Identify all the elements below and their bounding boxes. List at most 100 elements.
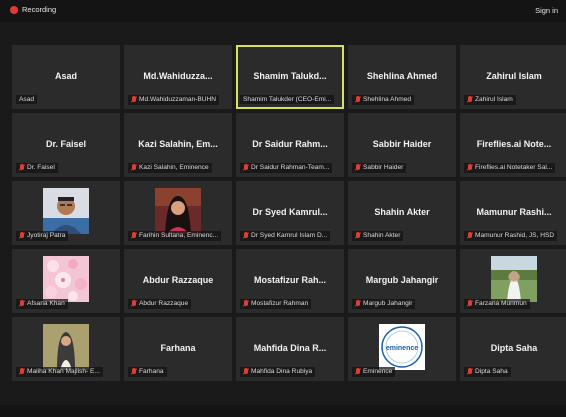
- participant-name-label: Fireflies.ai Notetaker Sal...: [464, 162, 556, 173]
- participant-tile[interactable]: Dipta Saha Dipta Saha: [460, 317, 566, 381]
- participant-tile[interactable]: eminence Eminence: [348, 317, 456, 381]
- participant-tile[interactable]: Dr Syed Kamrul... Dr Syed Kamrul Islam D.…: [236, 181, 344, 245]
- participant-footer: Afsana Khan: [16, 298, 116, 309]
- participant-label-text: Zahirul Islam: [475, 96, 513, 103]
- participant-label-text: Dipta Saha: [475, 368, 508, 375]
- participant-gallery: Asad Asad Md.Wahiduzza... Md.Wahiduzzaman-B…: [12, 45, 566, 381]
- participant-tile[interactable]: Mamunur Rashi... Mamunur Rashid, JS, HSD: [460, 181, 566, 245]
- participant-tile[interactable]: Farhana Farhana: [124, 317, 232, 381]
- participant-label-text: Mostafizur Rahman: [251, 300, 309, 307]
- participant-footer: Dr Syed Kamrul Islam D...: [240, 230, 340, 241]
- participant-tile[interactable]: Farzana Munmun: [460, 249, 566, 313]
- participant-name-label: Mostafizur Rahman: [240, 298, 312, 309]
- participant-tile[interactable]: Zahirul Islam Zahirul Islam: [460, 45, 566, 109]
- participant-footer: Margub Jahangir: [352, 298, 452, 309]
- participant-label-text: Maliha Khan Majlish- E...: [27, 368, 100, 375]
- participant-tile[interactable]: Margub Jahangir Margub Jahangir: [348, 249, 456, 313]
- participant-name-label: Shahin Akter: [352, 230, 404, 241]
- muted-mic-icon: [131, 299, 137, 308]
- participant-label-text: Dr Syed Kamrul Islam D...: [251, 232, 328, 239]
- participant-tile[interactable]: Shahin Akter Shahin Akter: [348, 181, 456, 245]
- participant-display-name: Fireflies.ai Note...: [476, 139, 552, 149]
- participant-display-name: Mahfida Dina R...: [253, 343, 327, 353]
- participant-footer: Kazi Salahin, Eminence: [128, 162, 228, 173]
- participant-tile[interactable]: Sabbir Haider Sabbir Haider: [348, 113, 456, 177]
- participant-footer: Farihin Sultana, Eminenc...: [128, 230, 228, 241]
- participant-tile[interactable]: Asad Asad: [12, 45, 120, 109]
- participant-name-label: Md.Wahiduzzaman-BUHN: [128, 94, 220, 105]
- participant-footer: Sabbir Haider: [352, 162, 452, 173]
- participant-tile[interactable]: Dr. Faisel Dr. Faisel: [12, 113, 120, 177]
- participant-tile[interactable]: Farihin Sultana, Eminenc...: [124, 181, 232, 245]
- sign-in-button[interactable]: Sign in: [535, 6, 558, 15]
- muted-mic-icon: [131, 367, 137, 376]
- participant-display-name: Mamunur Rashi...: [476, 207, 552, 217]
- muted-mic-icon: [19, 163, 25, 172]
- participant-display-name: Shahin Akter: [374, 207, 430, 217]
- participant-display-name: Farhana: [160, 343, 196, 353]
- participant-display-name: Dr. Faisel: [45, 139, 87, 149]
- participant-label-text: Shehlina Ahmed: [363, 96, 412, 103]
- participant-footer: Zahirul Islam: [464, 94, 564, 105]
- muted-mic-icon: [355, 299, 361, 308]
- participant-photo: [43, 256, 89, 302]
- participant-label-text: Margub Jahangir: [363, 300, 413, 307]
- participant-name-label: Jyotiraj Patra: [16, 230, 69, 241]
- participant-footer: Dr. Faisel: [16, 162, 116, 173]
- muted-mic-icon: [467, 95, 473, 104]
- participant-footer: Shamim Talukder (CEO-Emi...: [240, 94, 340, 105]
- participant-label-text: Farhana: [139, 368, 164, 375]
- muted-mic-icon: [243, 299, 249, 308]
- participant-tile[interactable]: Shamim Talukd... Shamim Talukder (CEO-Emi…: [236, 45, 344, 109]
- participant-label-text: Md.Wahiduzzaman-BUHN: [139, 96, 217, 103]
- participant-label-text: Asad: [19, 96, 35, 103]
- participant-label-text: Shahin Akter: [363, 232, 401, 239]
- participant-name-label: Kazi Salahin, Eminence: [128, 162, 212, 173]
- muted-mic-icon: [467, 367, 473, 376]
- participant-footer: Farhana: [128, 366, 228, 377]
- participant-name-label: Dr. Faisel: [16, 162, 58, 173]
- participant-tile[interactable]: Afsana Khan: [12, 249, 120, 313]
- participant-footer: Jyotiraj Patra: [16, 230, 116, 241]
- recording-indicator: Recording: [10, 5, 56, 14]
- muted-mic-icon: [243, 231, 249, 240]
- participant-footer: Mostafizur Rahman: [240, 298, 340, 309]
- participant-tile[interactable]: Maliha Khan Majlish- E...: [12, 317, 120, 381]
- participant-tile[interactable]: Mahfida Dina R... Mahfida Dina Rubiya: [236, 317, 344, 381]
- participant-display-name: Kazi Salahin, Em...: [138, 139, 218, 149]
- participant-tile[interactable]: Shehlina Ahmed Shehlina Ahmed: [348, 45, 456, 109]
- participant-photo: [43, 324, 89, 370]
- participant-name-label: Afsana Khan: [16, 298, 68, 309]
- muted-mic-icon: [355, 95, 361, 104]
- participant-label-text: Fireflies.ai Notetaker Sal...: [475, 164, 553, 171]
- participant-photo: [155, 188, 201, 234]
- participant-tile[interactable]: Dr Saidur Rahm... Dr Saidur Rahman-Team..…: [236, 113, 344, 177]
- participant-tile[interactable]: Jyotiraj Patra: [12, 181, 120, 245]
- participant-display-name: Dipta Saha: [490, 343, 538, 353]
- bottom-bar: [0, 405, 566, 417]
- muted-mic-icon: [355, 163, 361, 172]
- participant-footer: Eminence: [352, 366, 452, 377]
- participant-name-label: Margub Jahangir: [352, 298, 416, 309]
- muted-mic-icon: [131, 231, 137, 240]
- top-bar: Recording Sign in: [0, 0, 566, 22]
- participant-footer: Fireflies.ai Notetaker Sal...: [464, 162, 564, 173]
- participant-name-label: Farzana Munmun: [464, 298, 530, 309]
- participant-name-label: Zahirul Islam: [464, 94, 516, 105]
- participant-name-label: Dr Saidur Rahman-Team...: [240, 162, 333, 173]
- participant-name-label: Asad: [16, 95, 38, 104]
- participant-tile[interactable]: Fireflies.ai Note... Fireflies.ai Notetak…: [460, 113, 566, 177]
- participant-name-label: Shehlina Ahmed: [352, 94, 415, 105]
- participant-footer: Mahfida Dina Rubiya: [240, 366, 340, 377]
- recording-label: Recording: [22, 5, 57, 14]
- participant-tile[interactable]: Mostafizur Rah... Mostafizur Rahman: [236, 249, 344, 313]
- participant-tile[interactable]: Abdur Razzaque Abdur Razzaque: [124, 249, 232, 313]
- participant-tile[interactable]: Kazi Salahin, Em... Kazi Salahin, Eminenc…: [124, 113, 232, 177]
- participant-label-text: Shamim Talukder (CEO-Emi...: [243, 96, 332, 103]
- participant-tile[interactable]: Md.Wahiduzza... Md.Wahiduzzaman-BUHN: [124, 45, 232, 109]
- muted-mic-icon: [467, 299, 473, 308]
- participant-footer: Dipta Saha: [464, 366, 564, 377]
- participant-display-name: Md.Wahiduzza...: [143, 71, 213, 81]
- participant-label-text: Jyotiraj Patra: [27, 232, 66, 239]
- muted-mic-icon: [243, 163, 249, 172]
